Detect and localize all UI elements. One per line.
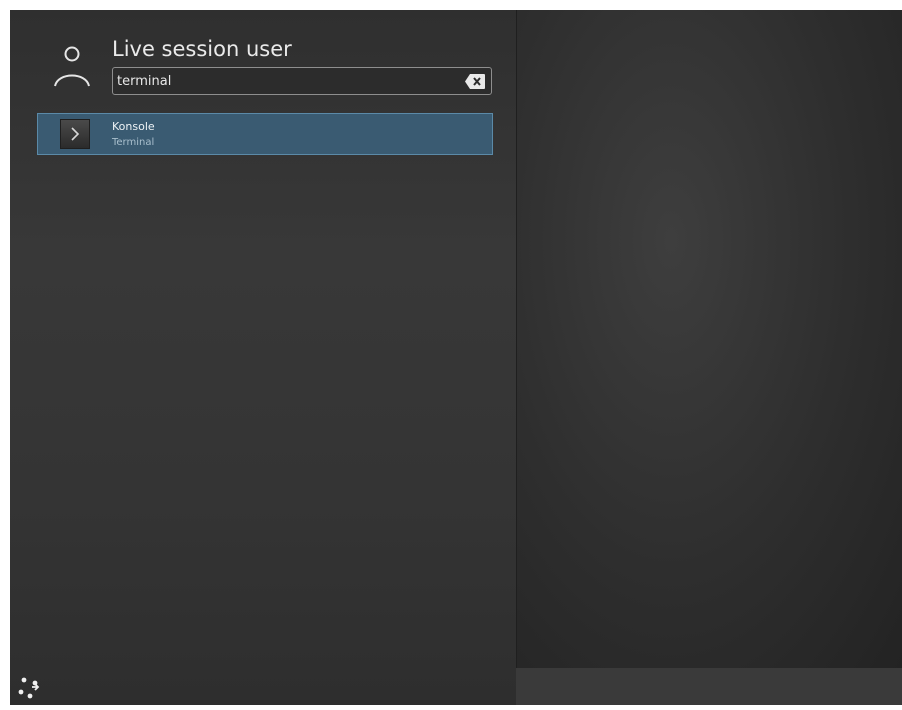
- launcher-panel: Live session user Konsole Terminal: [10, 10, 516, 705]
- leave-icon[interactable]: [15, 674, 43, 700]
- bottom-strip: [516, 668, 902, 705]
- result-subtitle: Terminal: [112, 137, 155, 148]
- terminal-icon: [60, 119, 90, 149]
- preview-area: [516, 10, 902, 668]
- result-title: Konsole: [112, 120, 155, 133]
- search-input[interactable]: [117, 70, 447, 92]
- search-result-konsole[interactable]: Konsole Terminal: [37, 113, 493, 155]
- search-box[interactable]: [112, 67, 492, 95]
- application-launcher-window: Live session user Konsole Terminal: [10, 10, 902, 705]
- user-icon: [54, 46, 90, 87]
- clear-text-icon[interactable]: [464, 73, 486, 90]
- user-name: Live session user: [112, 37, 292, 61]
